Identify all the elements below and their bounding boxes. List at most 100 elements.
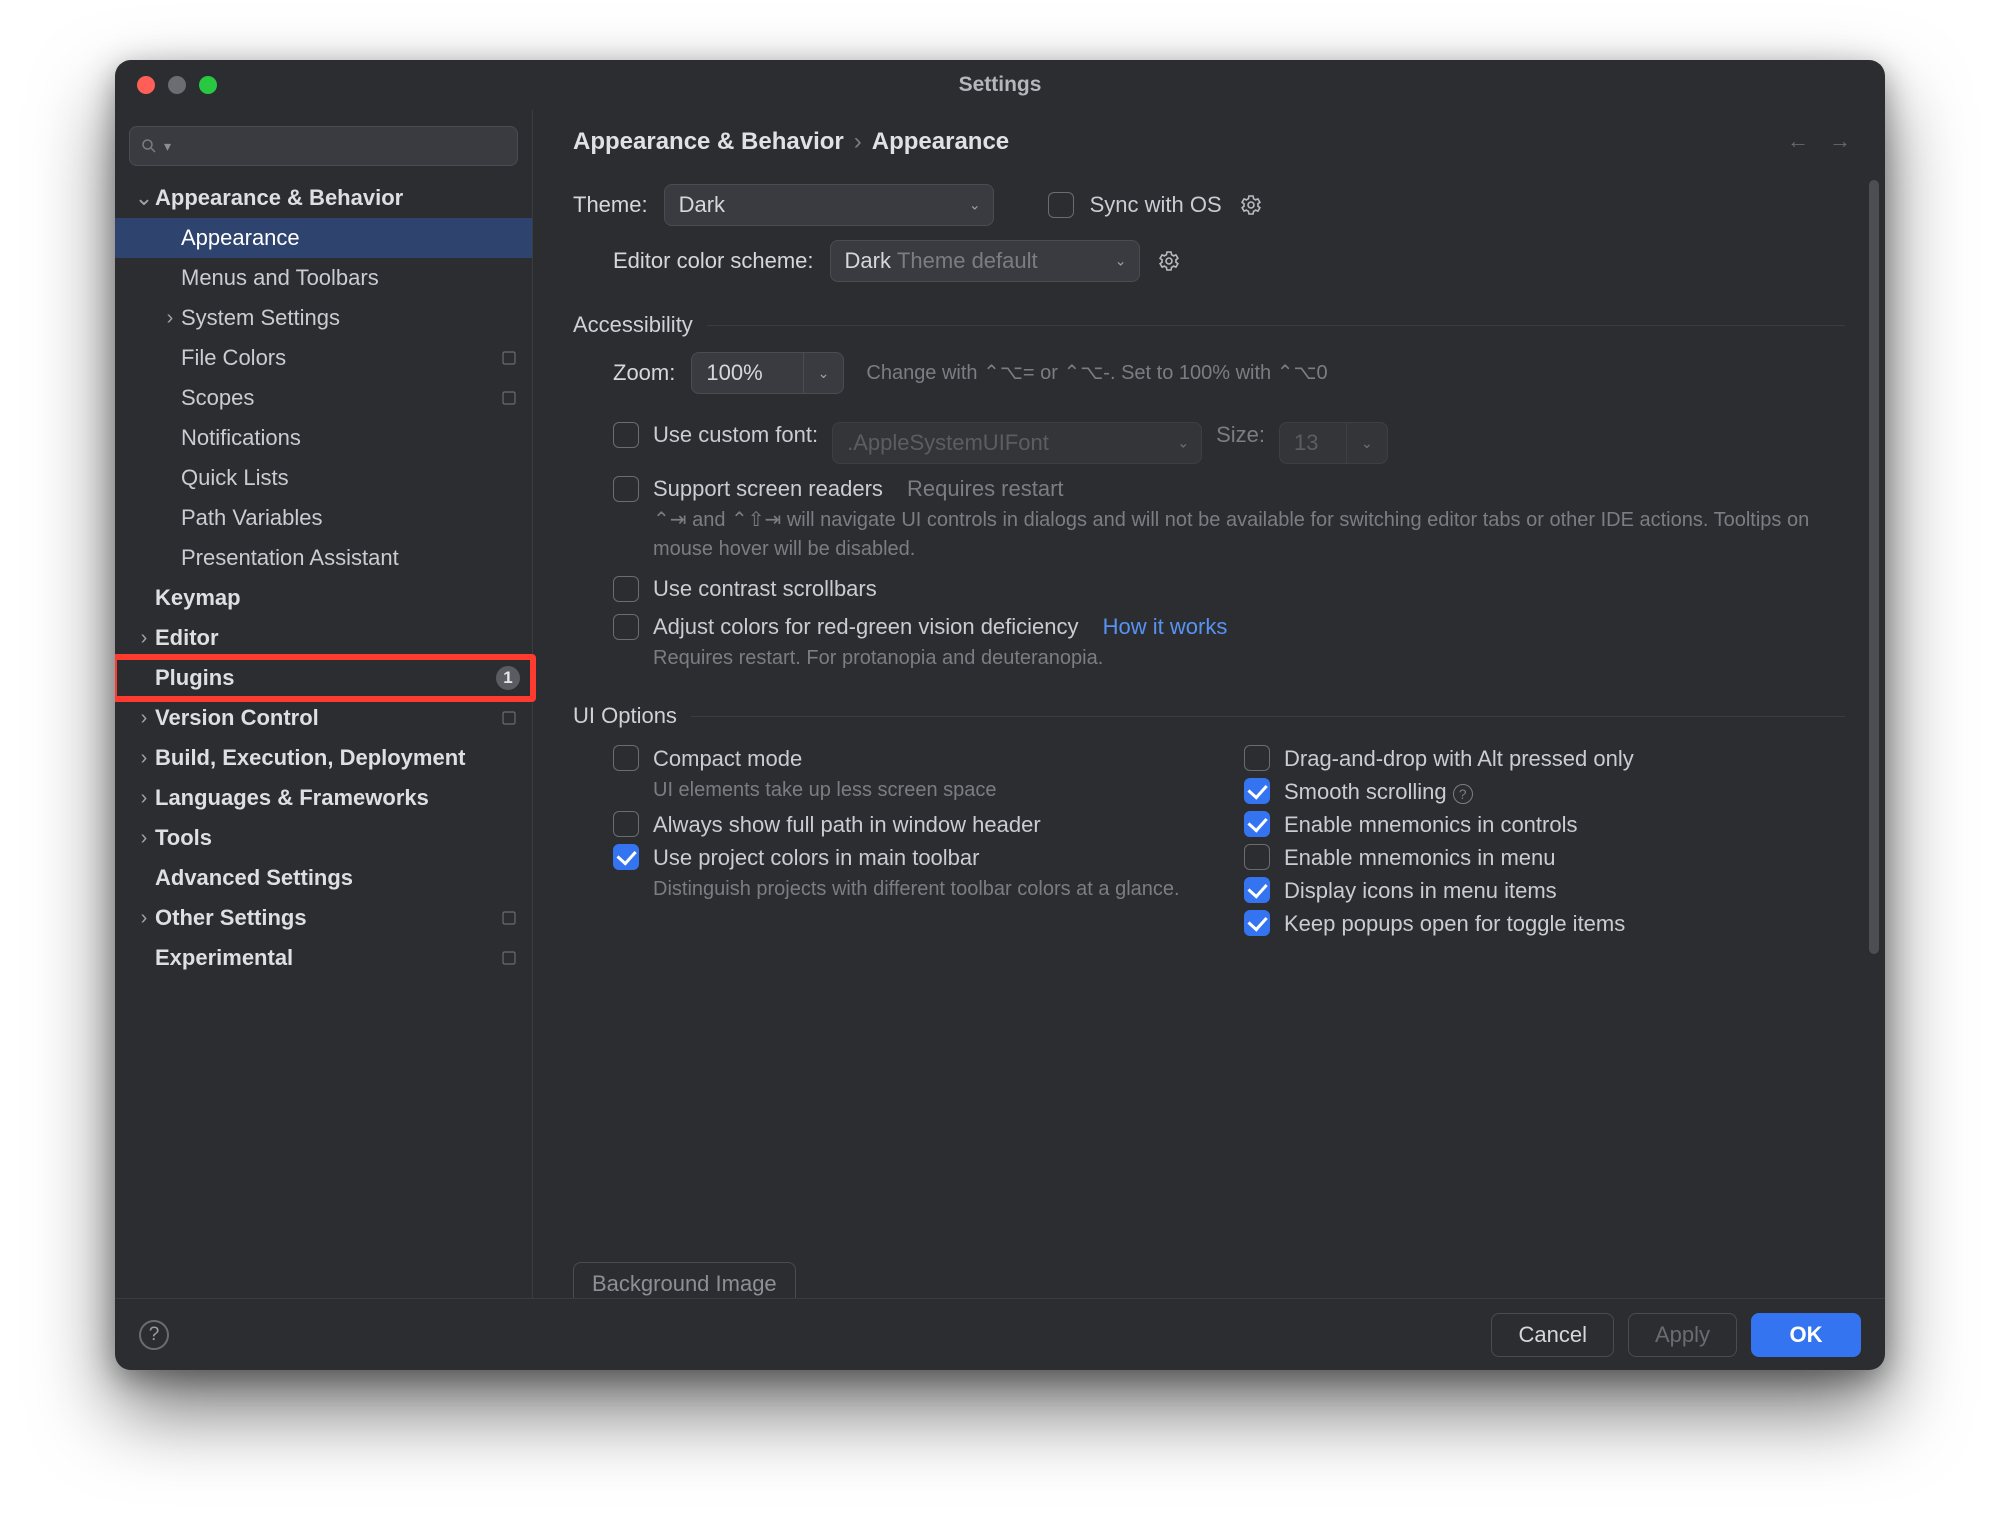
color-deficiency-checkbox[interactable] [613,614,639,640]
sidebar-item-label: Appearance & Behavior [155,185,520,211]
option-compact: Compact modeUI elements take up less scr… [613,745,1214,805]
custom-font-checkbox[interactable] [613,422,639,448]
popups-checkbox[interactable] [1244,910,1270,936]
sidebar-item-notifications[interactable]: Notifications [115,418,532,458]
help-button[interactable]: ? [139,1320,169,1350]
screen-readers-label: Support screen readers [653,476,883,501]
editor-scheme-value: Dark [845,248,891,274]
sidebar-item-label: Scopes [181,385,498,411]
forward-button[interactable]: → [1829,128,1851,154]
sidebar-item-plugins[interactable]: Plugins 1 [115,658,532,698]
fullpath-checkbox[interactable] [613,811,639,837]
fullpath-label: Always show full path in window header [653,812,1041,837]
sidebar-item-path-variables[interactable]: Path Variables [115,498,532,538]
zoom-dropdown-button[interactable]: ⌄ [804,352,845,394]
custom-font-value: .AppleSystemUIFont [847,430,1049,456]
accessibility-section-title: Accessibility [573,312,693,338]
mnemctrl-checkbox[interactable] [1244,811,1270,837]
settings-sidebar: ▾ ⌄Appearance & BehaviorAppearanceMenus … [115,110,533,1298]
cancel-button[interactable]: Cancel [1491,1313,1613,1357]
zoom-value-field[interactable]: 100% [691,352,803,394]
sync-gear-icon[interactable] [1238,192,1264,218]
sidebar-item-version-control[interactable]: ›Version Control [115,698,532,738]
sidebar-item-appearance[interactable]: Appearance [115,218,532,258]
smooth-label: Smooth scrolling [1284,779,1447,804]
sidebar-item-tools[interactable]: ›Tools [115,818,532,858]
breadcrumb: Appearance & Behavior › Appearance [533,110,1885,166]
search-input[interactable]: ▾ [129,126,518,166]
projcolors-checkbox[interactable] [613,844,639,870]
info-icon[interactable]: ? [1453,784,1473,804]
project-scope-icon [498,387,520,409]
back-button[interactable]: ← [1787,128,1809,154]
zoom-value: 100% [706,360,762,386]
custom-font-select[interactable]: .AppleSystemUIFont ⌄ [832,422,1202,464]
sidebar-item-menus-and-toolbars[interactable]: Menus and Toolbars [115,258,532,298]
sidebar-item-label: Keymap [155,585,520,611]
sidebar-item-experimental[interactable]: Experimental [115,938,532,978]
mnemmenu-checkbox[interactable] [1244,844,1270,870]
sidebar-item-quick-lists[interactable]: Quick Lists [115,458,532,498]
sidebar-item-label: System Settings [181,305,520,331]
chevron-right-icon: › [159,307,181,330]
contrast-scrollbars-label: Use contrast scrollbars [653,576,877,602]
theme-select[interactable]: Dark ⌄ [664,184,994,226]
sidebar-item-label: Plugins [155,665,488,691]
ui-options-section-title: UI Options [573,703,677,729]
option-fullpath: Always show full path in window header [613,811,1214,838]
chevron-right-icon: › [133,827,155,850]
icons-checkbox[interactable] [1244,877,1270,903]
chevron-down-icon: ⌄ [1361,435,1373,452]
sidebar-item-presentation-assistant[interactable]: Presentation Assistant [115,538,532,578]
scrollbar[interactable] [1869,180,1879,1286]
sync-with-os-checkbox[interactable] [1048,192,1074,218]
sidebar-item-advanced-settings[interactable]: Advanced Settings [115,858,532,898]
background-image-button[interactable]: Background Image [573,1262,796,1298]
settings-window: Settings ▾ ⌄Appearance & BehaviorAppeara… [115,60,1885,1370]
theme-value: Dark [679,192,725,218]
sidebar-item-scopes[interactable]: Scopes [115,378,532,418]
scrollbar-thumb[interactable] [1869,180,1879,954]
option-projcolors: Use project colors in main toolbarDistin… [613,844,1214,904]
sidebar-item-editor[interactable]: ›Editor [115,618,532,658]
option-smooth: Smooth scrolling? [1244,778,1845,805]
settings-content: Appearance & Behavior › Appearance ← → T… [533,110,1885,1298]
sidebar-item-label: Path Variables [181,505,520,531]
option-altdrag: Drag-and-drop with Alt pressed only [1244,745,1845,772]
sidebar-badge: 1 [496,666,520,690]
scheme-gear-icon[interactable] [1156,248,1182,274]
mnemctrl-label: Enable mnemonics in controls [1284,812,1577,837]
sidebar-item-keymap[interactable]: Keymap [115,578,532,618]
project-scope-icon [498,347,520,369]
icons-label: Display icons in menu items [1284,878,1557,903]
sidebar-item-system-settings[interactable]: ›System Settings [115,298,532,338]
sidebar-item-appearance-behavior[interactable]: ⌄Appearance & Behavior [115,178,532,218]
how-it-works-link[interactable]: How it works [1103,614,1228,639]
sidebar-item-file-colors[interactable]: File Colors [115,338,532,378]
nav-arrows: ← → [1787,128,1851,154]
content-scroll[interactable]: Theme: Dark ⌄ Sync with OS [533,166,1885,1298]
altdrag-checkbox[interactable] [1244,745,1270,771]
smooth-checkbox[interactable] [1244,778,1270,804]
sidebar-item-build-execution-deployment[interactable]: ›Build, Execution, Deployment [115,738,532,778]
sidebar-item-label: Experimental [155,945,498,971]
sidebar-item-label: Languages & Frameworks [155,785,520,811]
editor-scheme-select[interactable]: Dark Theme default ⌄ [830,240,1140,282]
window-title: Settings [115,73,1885,97]
apply-button[interactable]: Apply [1628,1313,1737,1357]
ok-button[interactable]: OK [1751,1313,1861,1357]
contrast-scrollbars-checkbox[interactable] [613,576,639,602]
sync-with-os-label: Sync with OS [1090,192,1222,218]
sidebar-item-languages-frameworks[interactable]: ›Languages & Frameworks [115,778,532,818]
sidebar-item-other-settings[interactable]: ›Other Settings [115,898,532,938]
font-size-field[interactable]: 13 [1279,422,1347,464]
option-mnemmenu: Enable mnemonics in menu [1244,844,1845,871]
compact-checkbox[interactable] [613,745,639,771]
sidebar-item-label: Presentation Assistant [181,545,520,571]
font-size-dropdown-button[interactable]: ⌄ [1347,422,1388,464]
font-size-label: Size: [1216,422,1265,448]
breadcrumb-parent[interactable]: Appearance & Behavior [573,128,844,156]
option-icons: Display icons in menu items [1244,877,1845,904]
screen-readers-checkbox[interactable] [613,476,639,502]
chevron-down-icon: ⌄ [818,365,830,382]
